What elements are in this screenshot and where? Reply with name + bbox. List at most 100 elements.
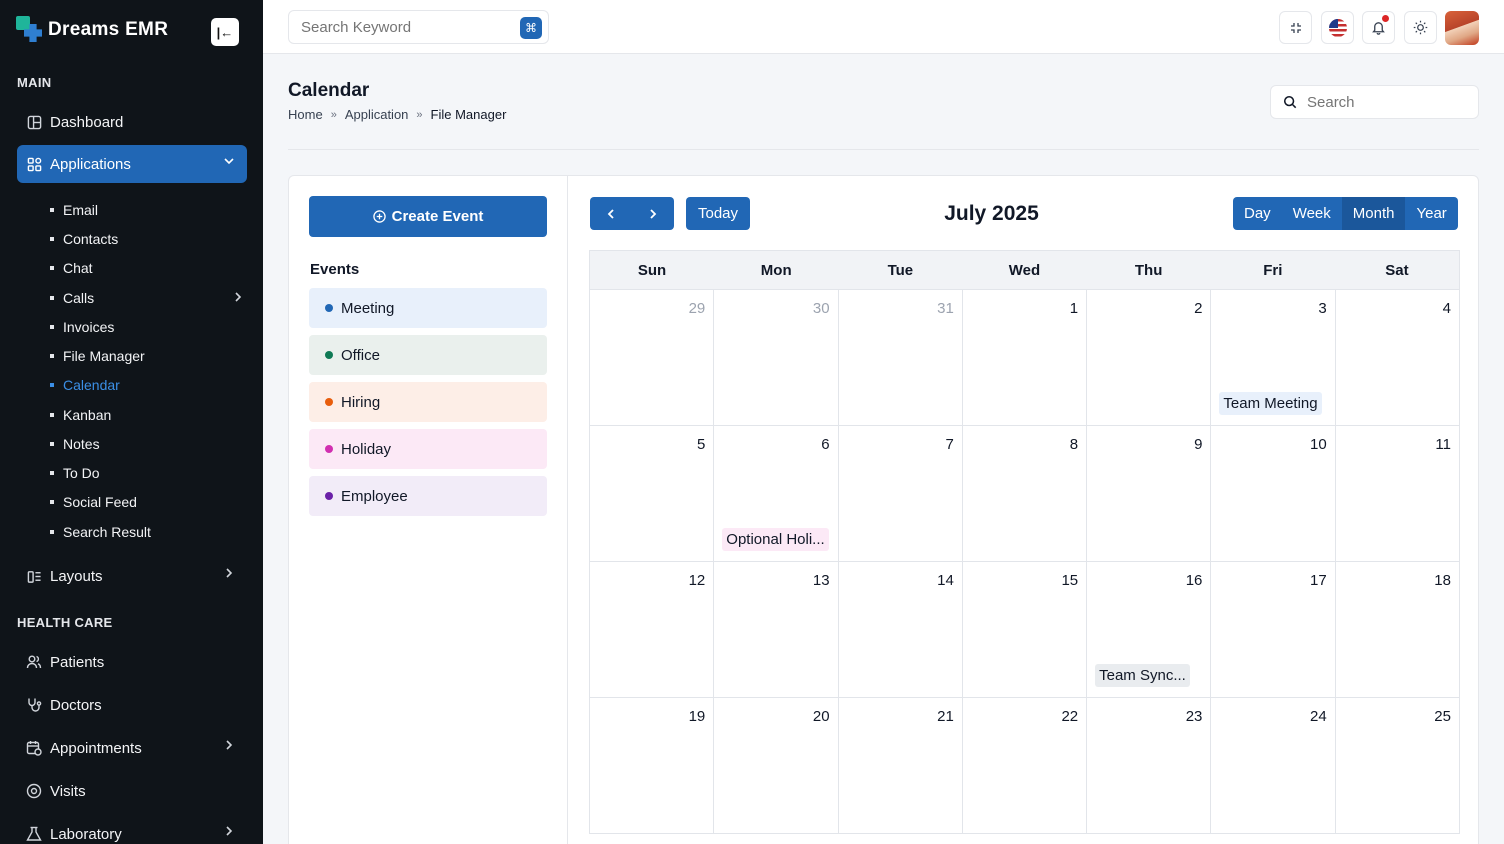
chevron-right-icon xyxy=(223,739,235,754)
sidebar-sub-invoices[interactable]: Invoices xyxy=(50,319,248,335)
day-cell[interactable]: 29 xyxy=(590,290,715,426)
event-category-label: Holiday xyxy=(341,440,392,458)
sidebar-sub-chat[interactable]: Chat xyxy=(50,260,248,276)
double-chevron-right-icon: » xyxy=(416,108,423,121)
sidebar-item-doctors[interactable]: Doctors xyxy=(17,686,247,724)
day-cell[interactable]: 21 xyxy=(838,698,963,834)
sidebar-item-applications[interactable]: Applications xyxy=(17,145,247,183)
theme-toggle-button[interactable] xyxy=(1404,11,1437,44)
day-cell[interactable]: 5 xyxy=(590,426,715,562)
event-chip-optional-holiday[interactable]: Optional Holi... xyxy=(722,528,829,551)
keyword-search-input[interactable] xyxy=(301,18,501,36)
day-cell[interactable]: 3 Team Meeting xyxy=(1211,290,1336,426)
day-cell[interactable]: 6 Optional Holi... xyxy=(714,426,839,562)
view-year-button[interactable]: Year xyxy=(1405,197,1457,230)
sidebar-sub-search-result[interactable]: Search Result xyxy=(50,524,248,540)
day-cell[interactable]: 4 xyxy=(1335,290,1460,426)
us-flag-icon xyxy=(1328,18,1347,37)
event-category-employee[interactable]: Employee xyxy=(309,476,547,516)
day-cell[interactable]: 30 xyxy=(714,290,839,426)
day-cell[interactable]: 17 xyxy=(1211,562,1336,698)
collapse-sidebar-button[interactable]: |← xyxy=(211,18,239,46)
day-cell[interactable]: 25 xyxy=(1335,698,1460,834)
event-category-hiring[interactable]: Hiring xyxy=(309,382,547,422)
day-cell[interactable]: 16 Team Sync... xyxy=(1087,562,1212,698)
day-cell[interactable]: 20 xyxy=(714,698,839,834)
notifications-button[interactable] xyxy=(1362,11,1395,44)
day-cell[interactable]: 11 xyxy=(1335,426,1460,562)
event-category-holiday[interactable]: Holiday xyxy=(309,429,547,469)
sidebar-item-patients[interactable]: Patients xyxy=(17,643,247,681)
weekday-mon: Mon xyxy=(760,261,792,279)
chevron-right-icon xyxy=(232,291,244,306)
day-number: 5 xyxy=(696,436,706,453)
breadcrumb-home[interactable]: Home xyxy=(288,107,323,122)
page-search[interactable] xyxy=(1270,85,1479,119)
day-number: 9 xyxy=(1194,436,1203,453)
day-cell[interactable]: 24 xyxy=(1211,698,1336,834)
sidebar-sub-kanban[interactable]: Kanban xyxy=(50,407,248,423)
day-cell[interactable]: 12 xyxy=(590,562,715,698)
day-cell[interactable]: 13 xyxy=(714,562,839,698)
sidebar-item-dashboard[interactable]: Dashboard xyxy=(17,103,247,141)
day-cell[interactable]: 14 xyxy=(838,562,963,698)
event-chip-team-meeting[interactable]: Team Meeting xyxy=(1219,392,1322,415)
view-switcher: Day Week Month Year xyxy=(1233,197,1458,230)
next-month-button[interactable] xyxy=(632,197,674,230)
fullscreen-button[interactable] xyxy=(1279,11,1312,44)
user-avatar[interactable] xyxy=(1445,11,1479,45)
sidebar-sub-file-manager[interactable]: File Manager xyxy=(50,348,248,364)
day-cell[interactable]: 9 xyxy=(1087,426,1212,562)
day-cell[interactable]: 18 xyxy=(1335,562,1460,698)
week-row: 5 6 Optional Holi... 7 8 9 10 11 xyxy=(589,426,1460,562)
breadcrumb: Home » Application » File Manager xyxy=(288,107,506,122)
bell-icon xyxy=(1372,22,1385,35)
sidebar-sub-social-feed[interactable]: Social Feed xyxy=(50,494,248,510)
today-button[interactable]: Today xyxy=(686,197,750,230)
sidebar-item-appointments[interactable]: Appointments xyxy=(17,729,247,767)
sidebar-sub-notes[interactable]: Notes xyxy=(50,436,248,452)
day-number: 29 xyxy=(688,300,706,317)
view-week-button[interactable]: Week xyxy=(1282,197,1342,230)
day-cell[interactable]: 10 xyxy=(1211,426,1336,562)
prev-month-button[interactable] xyxy=(590,197,632,230)
day-cell[interactable]: 23 xyxy=(1087,698,1212,834)
sidebar-sub-email[interactable]: Email xyxy=(50,202,248,218)
dashboard-icon xyxy=(25,113,43,131)
view-month-button[interactable]: Month xyxy=(1341,197,1406,230)
event-category-office[interactable]: Office xyxy=(309,335,547,375)
day-cell[interactable]: 1 xyxy=(962,290,1088,426)
day-cell[interactable]: 19 xyxy=(590,698,715,834)
day-cell[interactable]: 7 xyxy=(838,426,963,562)
create-event-button[interactable]: Create Event xyxy=(309,196,547,237)
search-icon xyxy=(1283,95,1297,109)
sidebar-item-visits[interactable]: Visits xyxy=(17,772,247,810)
day-cell[interactable]: 15 xyxy=(962,562,1088,698)
page-search-input[interactable] xyxy=(1307,93,1457,111)
day-cell[interactable]: 22 xyxy=(962,698,1088,834)
day-cell[interactable]: 2 xyxy=(1087,290,1212,426)
day-cell[interactable]: 31 xyxy=(838,290,963,426)
plus-circle-icon xyxy=(372,210,386,223)
sidebar-item-label: Doctors xyxy=(50,696,102,714)
sidebar-sub-contacts[interactable]: Contacts xyxy=(50,231,248,247)
event-chip-team-sync[interactable]: Team Sync... xyxy=(1095,664,1190,687)
language-button[interactable] xyxy=(1321,11,1354,44)
sidebar-sub-todo[interactable]: To Do xyxy=(50,465,248,481)
sidebar-item-laboratory[interactable]: Laboratory xyxy=(17,815,247,844)
brand-logo[interactable]: Dreams EMR xyxy=(16,16,168,44)
day-number: 21 xyxy=(937,708,954,725)
sidebar-item-label: Appointments xyxy=(50,739,142,757)
day-number: 22 xyxy=(1061,708,1079,725)
event-category-meeting[interactable]: Meeting xyxy=(309,288,547,328)
sidebar-sub-calls[interactable]: Calls xyxy=(50,290,248,306)
day-number: 3 xyxy=(1318,300,1327,317)
keyword-search[interactable]: ⌘ xyxy=(288,10,549,44)
view-day-button[interactable]: Day xyxy=(1233,197,1282,230)
sidebar-sub-calendar[interactable]: Calendar xyxy=(50,377,248,393)
sun-icon xyxy=(1413,20,1428,35)
day-cell[interactable]: 8 xyxy=(962,426,1088,562)
breadcrumb-application[interactable]: Application xyxy=(345,107,409,122)
chevron-left-icon xyxy=(607,208,614,219)
sidebar-item-layouts[interactable]: Layouts xyxy=(17,557,247,595)
